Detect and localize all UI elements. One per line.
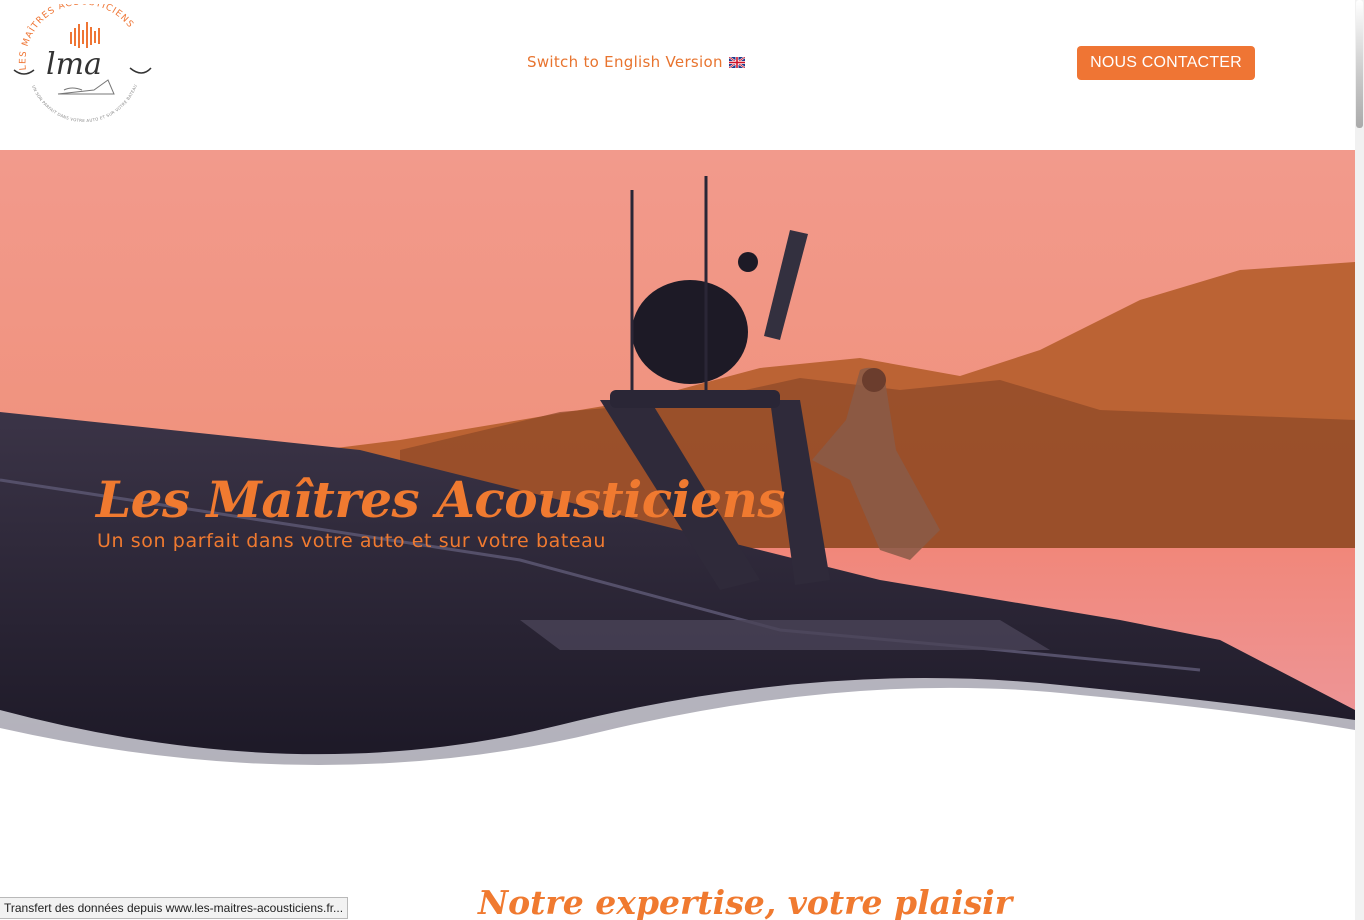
section-title: Notre expertise, votre plaisir: [478, 883, 1013, 920]
hero-background-image: [0, 150, 1355, 770]
svg-text:UN SON PARFAIT DANS VOTRE AUTO: UN SON PARFAIT DANS VOTRE AUTO ET SUR VO…: [31, 84, 138, 124]
scrollbar-thumb[interactable]: [1356, 0, 1363, 128]
hero-title: Les Maîtres Acousticiens: [96, 470, 786, 529]
hero-banner: Les Maîtres Acousticiens Un son parfait …: [0, 150, 1355, 770]
logo-tagline: UN SON PARFAIT DANS VOTRE AUTO ET SUR VO…: [31, 84, 138, 124]
uk-flag-icon: [728, 56, 745, 68]
english-version-link[interactable]: Switch to English Version: [527, 52, 745, 72]
contact-button[interactable]: NOUS CONTACTER: [1077, 46, 1255, 80]
english-version-label: Switch to English Version: [527, 53, 723, 71]
hero-subtitle: Un son parfait dans votre auto et sur vo…: [97, 530, 607, 552]
lma-logo-icon: LES MAÎTRES ACOUSTICIENS UN SON PARFAIT …: [13, 0, 152, 124]
page-scrollbar[interactable]: [1355, 0, 1364, 920]
site-logo[interactable]: LES MAÎTRES ACOUSTICIENS UN SON PARFAIT …: [10, 0, 156, 124]
site-header: LES MAÎTRES ACOUSTICIENS UN SON PARFAIT …: [0, 0, 1355, 150]
sound-wave-icon: [70, 22, 100, 48]
status-text: Transfert des données depuis www.les-mai…: [4, 901, 344, 915]
browser-status-bar: Transfert des données depuis www.les-mai…: [0, 897, 349, 919]
logo-monogram: lma: [46, 47, 102, 82]
